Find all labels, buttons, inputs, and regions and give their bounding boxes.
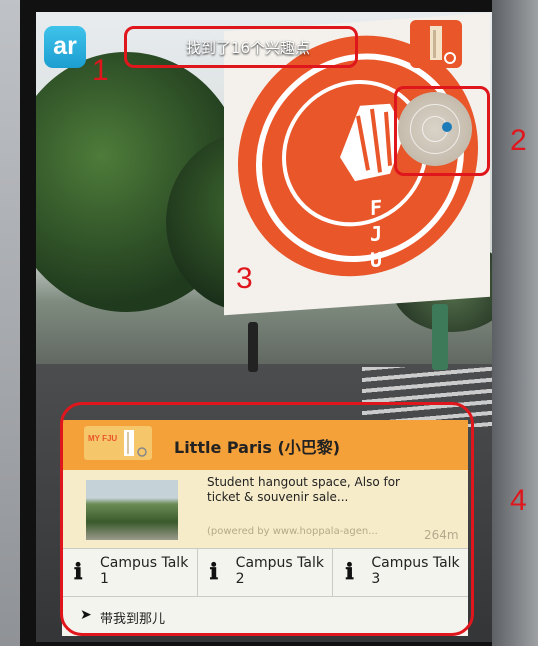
annotation-number: 1 <box>92 54 109 87</box>
photo-frame-left <box>0 0 20 646</box>
ar-marker-letters: F J U <box>356 193 396 274</box>
ar-logo-icon[interactable]: ar <box>44 26 86 68</box>
pedestrian <box>248 322 258 372</box>
annotation-number: 4 <box>510 484 527 517</box>
annotation-box-1 <box>124 26 358 68</box>
annotation-number: 2 <box>510 124 527 157</box>
photo-frame-right <box>492 0 538 646</box>
annotation-box-4 <box>60 402 474 636</box>
marker-letter: U <box>369 247 383 273</box>
building-icon <box>430 26 456 64</box>
annotation-number: 3 <box>236 262 253 295</box>
marker-letter: F <box>369 195 383 221</box>
pedestrian <box>432 304 448 370</box>
marker-letter: J <box>369 221 383 247</box>
my-fju-badge-button[interactable] <box>410 20 462 68</box>
annotation-box-2 <box>394 86 490 176</box>
